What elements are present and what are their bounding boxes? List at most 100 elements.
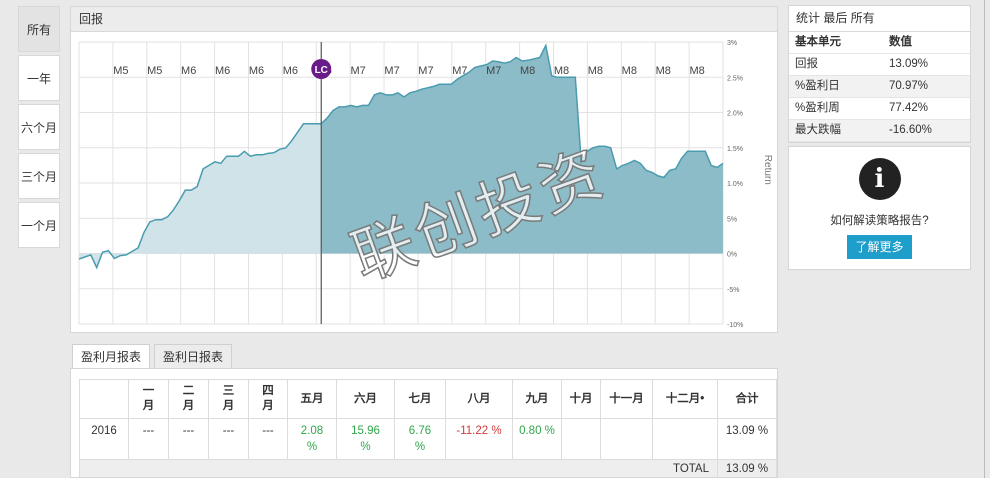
x-tick-label: M8: [588, 65, 603, 77]
col-oct: 十月: [561, 379, 601, 419]
x-tick-label: M8: [622, 65, 637, 77]
y-tick-label: 2.0%: [727, 111, 743, 118]
x-tick-label: M7: [351, 65, 366, 77]
x-tick-label: M8: [656, 65, 671, 77]
x-tick-label: M5: [113, 65, 128, 77]
y-tick-label: -5%: [727, 287, 739, 294]
col-mar: 三 月: [208, 379, 249, 419]
total-label: TOTAL: [79, 459, 718, 477]
cell-oct: [561, 418, 601, 460]
stats-value: 70.97%: [889, 80, 929, 92]
table-total-row: TOTAL 13.09 %: [79, 459, 777, 477]
cell-value: 15.96 %: [351, 425, 380, 453]
chart-title: 回报: [71, 7, 777, 32]
monthly-table: 一 月 二 月 三 月 四 月 五月 六月 七月 八月 九月 十月 十一月 十二…: [79, 379, 777, 477]
y-tick-label: 2.5%: [727, 75, 743, 82]
axis-label: Return: [762, 155, 773, 185]
x-tick-label: M6: [249, 65, 264, 77]
stats-panel: 统计 最后 所有 基本单元 数值 回报 13.09% %盈利日 70.97% %…: [788, 5, 971, 143]
col-sep: 九月: [512, 379, 562, 419]
cell-jul: 6.76 %: [394, 418, 446, 460]
col-label: 四 月: [262, 385, 274, 412]
col-nov: 十一月: [600, 379, 653, 419]
col-total: 合计: [717, 379, 777, 419]
cell-may: 2.08 %: [287, 418, 337, 460]
marker-label: LC: [315, 65, 328, 76]
col-jul: 七月: [394, 379, 446, 419]
x-tick-label: M8: [520, 65, 535, 77]
return-chart-panel: 回报 M5M5M6M6M6M6M6M7M7M7M7M7M8M8M8M8M8M83…: [70, 6, 778, 333]
y-tick-label: 5%: [727, 216, 737, 223]
x-tick-label: M6: [181, 65, 196, 77]
cell-apr: ---: [248, 418, 288, 460]
learn-more-button[interactable]: 了解更多: [847, 235, 912, 259]
col-label: 三 月: [222, 385, 235, 412]
cell-total: 13.09 %: [717, 418, 777, 460]
col-feb: 二 月: [168, 379, 209, 419]
x-tick-label: M6: [215, 65, 230, 77]
col-aug: 八月: [445, 379, 513, 419]
stats-row-return: 回报 13.09%: [789, 54, 970, 76]
stats-key: %盈利周: [795, 102, 840, 114]
x-tick-label: M8: [689, 65, 704, 77]
x-tick-label: M6: [283, 65, 298, 77]
col-may: 五月: [287, 379, 337, 419]
y-tick-label: 1.5%: [727, 146, 743, 153]
col-label: 二 月: [182, 385, 195, 412]
col-label: 一 月: [142, 385, 155, 412]
stats-key: 回报: [795, 58, 818, 70]
x-tick-label: M5: [147, 65, 162, 77]
tab-daily-report[interactable]: 盈利日报表: [154, 344, 233, 368]
stats-row-max-drawdown: 最大跌幅 -16.60%: [789, 120, 970, 142]
cell-nov: [600, 418, 653, 460]
x-tick-label: M7: [452, 65, 467, 77]
info-text: 如何解读策略报告?: [830, 215, 929, 227]
nav-all[interactable]: 所有: [18, 6, 60, 52]
stats-title: 统计 最后 所有: [789, 6, 970, 32]
col-apr: 四 月: [248, 379, 288, 419]
cell-feb: ---: [168, 418, 209, 460]
stats-value: 13.09%: [889, 58, 929, 70]
y-tick-label: -10%: [727, 322, 743, 329]
period-nav: 所有 一年 六个月 三个月 一个月: [18, 6, 62, 251]
stats-col-value: 数值: [889, 36, 912, 48]
table-row: 2016 --- --- --- --- 2.08 % 15.96 % 6.76…: [79, 418, 777, 460]
cell-dec: [652, 418, 718, 460]
stats-row-win-weeks: %盈利周 77.42%: [789, 98, 970, 120]
x-tick-label: M8: [554, 65, 569, 77]
stats-header-row: 基本单元 数值: [789, 32, 970, 54]
nav-one-month[interactable]: 一个月: [18, 202, 60, 248]
stats-col-key: 基本单元: [795, 36, 841, 48]
nav-one-year[interactable]: 一年: [18, 55, 60, 101]
cell-mar: ---: [208, 418, 249, 460]
area-before-marker: [79, 123, 322, 268]
y-tick-label: 3%: [727, 40, 737, 47]
col-jan: 一 月: [128, 379, 169, 419]
cell-value: 2.08 %: [300, 425, 324, 453]
y-tick-label: 0%: [727, 252, 737, 259]
stats-key: 最大跌幅: [795, 124, 841, 136]
stats-value: -16.60%: [889, 124, 932, 136]
monthly-report-panel: 一 月 二 月 三 月 四 月 五月 六月 七月 八月 九月 十月 十一月 十二…: [70, 368, 778, 478]
col-year: [79, 379, 129, 419]
cell-jan: ---: [128, 418, 169, 460]
return-chart[interactable]: M5M5M6M6M6M6M6M7M7M7M7M7M8M8M8M8M8M83%2.…: [71, 32, 777, 332]
col-jun: 六月: [336, 379, 395, 419]
stats-row-win-days: %盈利日 70.97%: [789, 76, 970, 98]
cell-jun: 15.96 %: [336, 418, 395, 460]
x-tick-label: M7: [384, 65, 399, 77]
nav-three-months[interactable]: 三个月: [18, 153, 60, 199]
tab-monthly-report[interactable]: 盈利月报表: [72, 344, 151, 368]
cell-aug: -11.22 %: [445, 418, 513, 460]
report-tabs: 盈利月报表 盈利日报表: [72, 344, 236, 368]
y-tick-label: 1.0%: [727, 181, 743, 188]
window-edge: [984, 0, 985, 478]
nav-six-months[interactable]: 六个月: [18, 104, 60, 150]
total-value: 13.09 %: [717, 459, 777, 477]
stats-key: %盈利日: [795, 80, 840, 92]
cell-value: 6.76 %: [408, 425, 432, 453]
col-dec: 十二月•: [652, 379, 718, 419]
x-tick-label: M7: [418, 65, 433, 77]
stats-value: 77.42%: [889, 102, 929, 114]
info-panel: i 如何解读策略报告? 了解更多: [788, 146, 971, 270]
